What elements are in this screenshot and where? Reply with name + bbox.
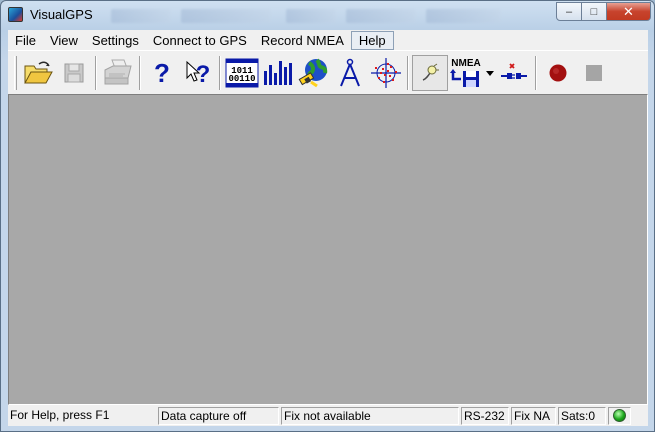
- print-button[interactable]: [100, 55, 136, 91]
- survey-button[interactable]: [332, 55, 368, 91]
- taskbar-ghost: [346, 9, 416, 23]
- menu-view[interactable]: View: [43, 31, 85, 50]
- binary-view-button[interactable]: 1011 00110: [224, 55, 260, 91]
- menu-connect-to-gps[interactable]: Connect to GPS: [146, 31, 254, 50]
- pointer-question-icon: ?: [186, 60, 211, 86]
- close-button[interactable]: ✕: [607, 2, 651, 21]
- probe-button[interactable]: [412, 54, 448, 91]
- nmea-save-icon: NMEA: [450, 58, 494, 87]
- question-mark-icon: ?: [154, 60, 170, 86]
- minimize-icon: –: [565, 5, 573, 18]
- svg-text:?: ?: [154, 60, 170, 86]
- nmea-label: NMEA: [451, 58, 480, 69]
- status-sats: Sats:0: [558, 407, 606, 425]
- record-button[interactable]: [540, 55, 576, 91]
- toolbar-separator: [139, 55, 141, 90]
- status-bar: For Help, press F1 Data capture off Fix …: [8, 405, 648, 426]
- caption-buttons: – □ ✕: [556, 2, 651, 21]
- svg-text:00110: 00110: [228, 74, 255, 84]
- menu-settings[interactable]: Settings: [85, 31, 146, 50]
- taskbar-ghost: [111, 9, 171, 23]
- toolbar-separator: [95, 55, 97, 90]
- disconnect-button[interactable]: [496, 55, 532, 91]
- printer-icon: [104, 59, 132, 84]
- status-fix-type: Fix NA: [511, 407, 556, 425]
- taskbar-ghost: [426, 9, 501, 23]
- scatter-crosshair-icon: [371, 57, 401, 88]
- status-capture: Data capture off: [158, 407, 279, 425]
- menu-help[interactable]: Help: [350, 30, 394, 50]
- svg-text:?: ?: [196, 61, 211, 86]
- status-indicator: [608, 407, 631, 425]
- connection-led-icon: [613, 409, 626, 422]
- globe-satellite-icon: [298, 58, 328, 87]
- save-button[interactable]: [56, 55, 92, 91]
- compass-divider-icon: [340, 58, 360, 86]
- app-icon[interactable]: [8, 7, 23, 22]
- taskbar-ghost: [181, 9, 271, 23]
- bar-chart-icon: [264, 60, 292, 85]
- status-help-text: For Help, press F1: [10, 408, 110, 422]
- toolbar-grip[interactable]: [14, 55, 17, 90]
- maximize-icon: □: [590, 5, 598, 18]
- position-scatter-button[interactable]: [368, 55, 404, 91]
- context-help-button[interactable]: ?: [180, 55, 216, 91]
- satellite-azimuth-button[interactable]: [296, 55, 332, 91]
- menu-bar: File View Settings Connect to GPS Record…: [8, 30, 648, 50]
- signal-level-button[interactable]: [260, 55, 296, 91]
- taskbar-ghost: [286, 9, 336, 23]
- toolbar-separator: [219, 55, 221, 90]
- app-window: VisualGPS – □ ✕ File View Settings Conne…: [0, 0, 655, 432]
- toolbar-separator: [407, 55, 409, 90]
- stop-button[interactable]: [576, 55, 612, 91]
- status-port: RS-232: [461, 407, 509, 425]
- record-circle-icon: [549, 64, 567, 81]
- toolbar-separator: [535, 55, 537, 90]
- probe-icon: [422, 63, 439, 81]
- disconnect-plug-icon: [501, 62, 527, 79]
- binary-data-icon: 1011 00110: [225, 58, 259, 87]
- nmea-record-button[interactable]: NMEA: [448, 55, 496, 91]
- floppy-disk-icon: [64, 63, 84, 82]
- menu-record-nmea[interactable]: Record NMEA: [254, 31, 351, 50]
- maximize-button[interactable]: □: [582, 2, 607, 21]
- mdi-client-area[interactable]: [8, 94, 648, 405]
- menu-file[interactable]: File: [8, 31, 43, 50]
- window-title: VisualGPS: [30, 7, 93, 22]
- folder-open-icon: [24, 61, 53, 83]
- toolbar: ? ? 1011 00110 NMEA: [8, 50, 648, 94]
- stop-square-icon: [586, 64, 602, 81]
- status-fix: Fix not available: [281, 407, 459, 425]
- title-bar[interactable]: VisualGPS – □ ✕: [1, 1, 654, 30]
- close-icon: ✕: [623, 3, 634, 19]
- minimize-button[interactable]: –: [556, 2, 582, 21]
- help-button[interactable]: ?: [144, 55, 180, 91]
- open-button[interactable]: [20, 55, 56, 91]
